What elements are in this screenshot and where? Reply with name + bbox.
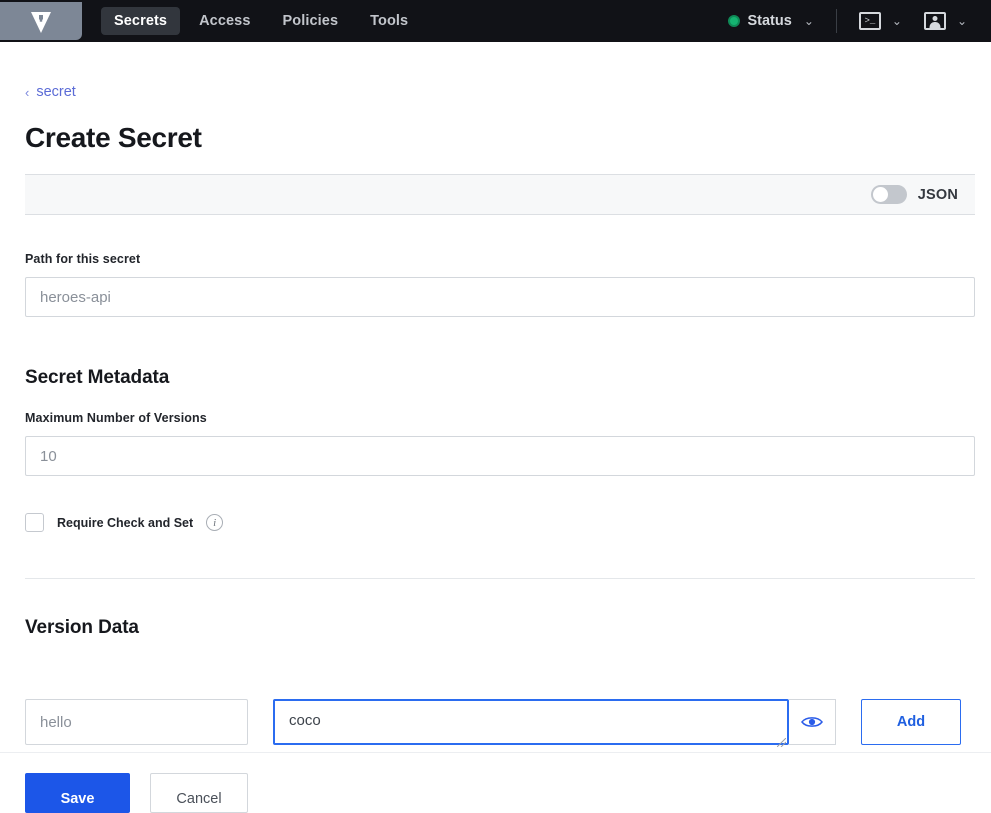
secret-metadata-title: Secret Metadata [25,367,170,388]
chevron-left-icon: ‹ [25,84,30,100]
path-field-group: Path for this secret [25,252,975,317]
toggle-value-visibility-button[interactable] [789,699,836,745]
path-input[interactable] [25,277,975,317]
vault-logo[interactable] [0,2,82,40]
version-data-title: Version Data [25,617,139,638]
eye-icon [801,717,823,727]
version-data-row: Add [25,699,961,750]
form-actions: Save Cancel [25,773,248,813]
nav-tab-policies[interactable]: Policies [270,7,352,35]
info-icon[interactable]: i [206,514,224,531]
vault-logo-icon [31,12,51,33]
check-and-set-label: Require Check and Set [57,515,194,530]
nav-tab-access[interactable]: Access [186,7,263,35]
chevron-down-icon: ⌄ [956,14,967,28]
version-data-value-wrap [273,699,789,750]
json-toggle-label: JSON [917,186,958,203]
page-content: ‹ secret Create Secret JSON Path for thi… [0,42,991,813]
nav-tabs: Secrets Access Policies Tools [101,7,421,35]
json-toggle-knob [872,187,888,202]
max-versions-input[interactable] [25,436,975,476]
version-data-key-input[interactable] [25,699,248,745]
chevron-down-icon: ⌄ [803,14,814,28]
section-divider [25,578,975,579]
footer-divider [0,752,991,753]
check-and-set-row: Require Check and Set i [25,513,224,532]
user-icon [923,12,946,30]
top-navbar: Secrets Access Policies Tools Status ⌄ >… [0,0,991,42]
json-toggle[interactable] [870,185,907,204]
navbar-right: Status ⌄ >_ ⌄ ⌄ [728,9,991,33]
version-data-value-input[interactable] [273,699,789,745]
cancel-button[interactable]: Cancel [150,773,248,813]
page-title: Create Secret [25,122,202,153]
console-icon: >_ [858,12,881,30]
json-toolbar: JSON [25,174,975,215]
nav-tab-tools[interactable]: Tools [357,7,421,35]
nav-tab-secrets[interactable]: Secrets [101,7,181,35]
max-versions-label: Maximum Number of Versions [25,411,207,425]
status-label: Status [747,13,792,29]
console-menu[interactable]: >_ ⌄ [858,12,902,30]
check-and-set-checkbox[interactable] [25,513,44,532]
chevron-down-icon: ⌄ [891,14,902,28]
add-version-data-button[interactable]: Add [861,699,961,745]
path-field-label: Path for this secret [25,252,141,266]
secret-metadata-section: Secret Metadata Maximum Number of Versio… [25,367,975,476]
breadcrumb-label: secret [36,84,76,100]
status-indicator-icon [728,15,741,27]
save-button[interactable]: Save [25,773,130,813]
navbar-divider [835,9,837,33]
status-menu[interactable]: Status ⌄ [728,13,814,29]
user-menu[interactable]: ⌄ [923,12,967,30]
breadcrumb[interactable]: ‹ secret [25,84,76,100]
